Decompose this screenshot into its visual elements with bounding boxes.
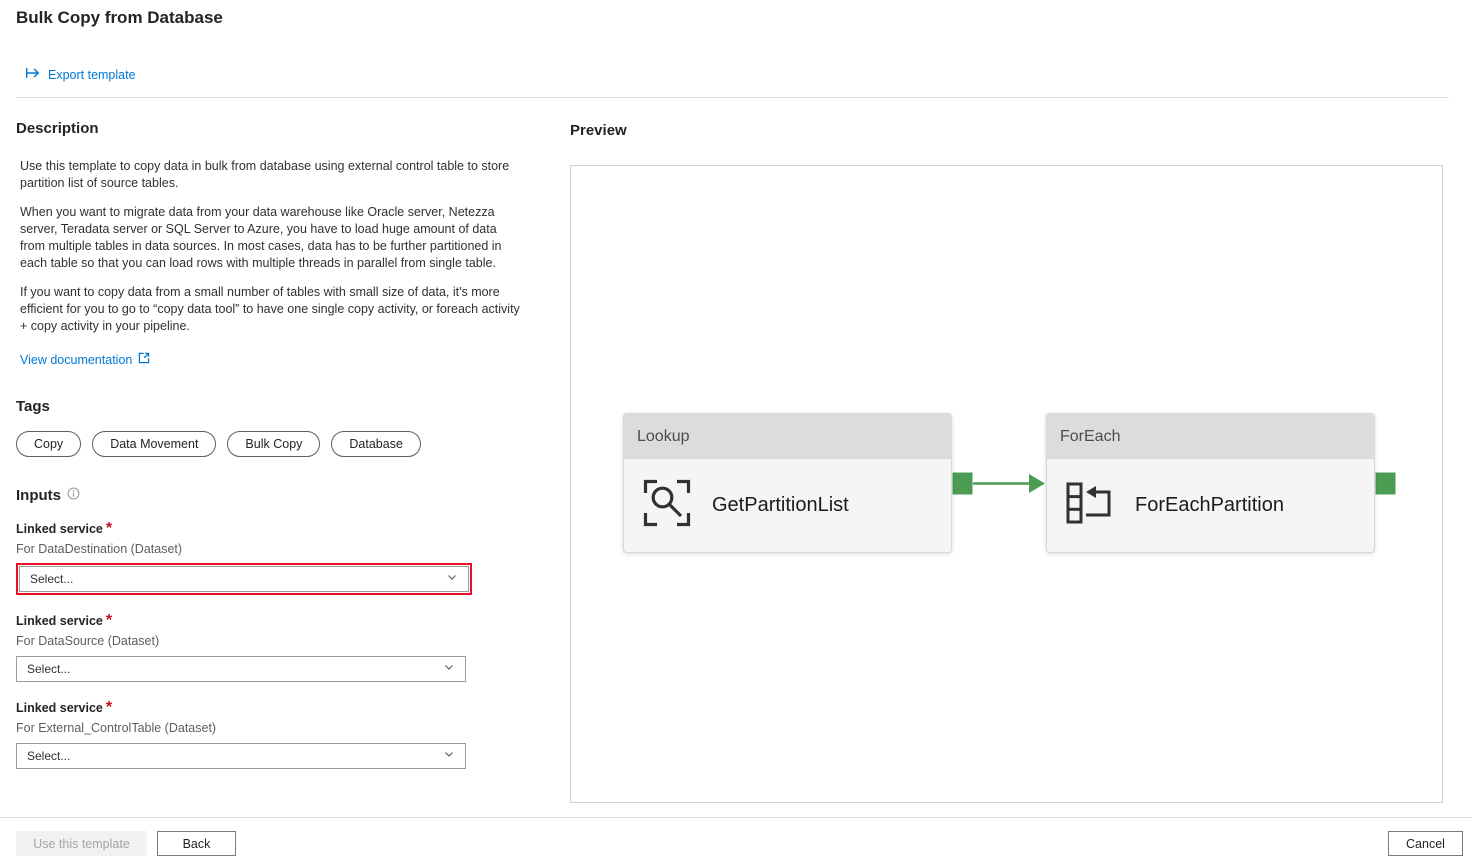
chevron-down-icon xyxy=(443,748,455,763)
tag-pill[interactable]: Bulk Copy xyxy=(227,431,320,457)
header-divider xyxy=(16,97,1449,98)
description-heading: Description xyxy=(16,120,528,137)
preview-heading: Preview xyxy=(570,122,627,139)
use-this-template-button[interactable]: Use this template xyxy=(16,831,147,856)
cancel-button[interactable]: Cancel xyxy=(1388,831,1463,856)
export-template-label: Export template xyxy=(48,68,136,82)
tag-pill[interactable]: Copy xyxy=(16,431,81,457)
required-asterisk: * xyxy=(106,699,112,716)
activity-name: GetPartitionList xyxy=(712,494,849,517)
field-sublabel: For DataSource (Dataset) xyxy=(16,634,528,648)
description-paragraph: When you want to migrate data from your … xyxy=(20,204,525,272)
activity-type-label: Lookup xyxy=(624,414,951,459)
linked-service-field-controltable: Linked service* For External_ControlTabl… xyxy=(16,699,528,769)
chevron-down-icon xyxy=(443,661,455,676)
required-asterisk: * xyxy=(106,520,112,537)
linked-service-field-datadestination: Linked service* For DataDestination (Dat… xyxy=(16,520,528,595)
footer-divider xyxy=(0,817,1472,818)
activity-name: ForEachPartition xyxy=(1135,494,1284,517)
field-label: Linked service xyxy=(16,522,103,536)
pipeline-preview-canvas[interactable]: Lookup GetPartitionList ForEach xyxy=(570,165,1443,803)
tags-heading: Tags xyxy=(16,398,528,415)
activity-type-label: ForEach xyxy=(1047,414,1374,459)
linked-service-field-datasource: Linked service* For DataSource (Dataset)… xyxy=(16,612,528,682)
description-paragraph: Use this template to copy data in bulk f… xyxy=(20,158,525,192)
linked-service-dropdown-controltable[interactable]: Select... xyxy=(16,743,466,769)
view-documentation-link[interactable]: View documentation xyxy=(20,352,150,367)
description-paragraph: If you want to copy data from a small nu… xyxy=(20,284,525,335)
field-label: Linked service xyxy=(16,701,103,715)
details-pane: Description Use this template to copy da… xyxy=(16,120,528,769)
info-icon[interactable] xyxy=(67,487,80,505)
chevron-down-icon xyxy=(446,571,458,586)
lookup-icon xyxy=(641,477,693,534)
required-asterisk: * xyxy=(106,612,112,629)
back-button[interactable]: Back xyxy=(157,831,236,856)
maps-to-icon xyxy=(25,66,40,83)
field-sublabel: For DataDestination (Dataset) xyxy=(16,542,528,556)
view-documentation-label: View documentation xyxy=(20,353,132,367)
dropdown-value: Select... xyxy=(27,662,70,676)
tags-list: Copy Data Movement Bulk Copy Database xyxy=(16,431,528,457)
page-title: Bulk Copy from Database xyxy=(16,8,223,28)
activity-node-foreach[interactable]: ForEach ForEachPartition xyxy=(1046,413,1375,553)
field-sublabel: For External_ControlTable (Dataset) xyxy=(16,721,528,735)
highlight-ring: Select... xyxy=(16,563,472,595)
activity-node-lookup[interactable]: Lookup GetPartitionList xyxy=(623,413,952,553)
linked-service-dropdown-datasource[interactable]: Select... xyxy=(16,656,466,682)
external-link-icon xyxy=(138,352,150,367)
dropdown-value: Select... xyxy=(30,572,73,586)
inputs-heading: Inputs xyxy=(16,487,61,504)
foreach-icon xyxy=(1064,479,1116,532)
tag-pill[interactable]: Data Movement xyxy=(92,431,216,457)
export-template-button[interactable]: Export template xyxy=(25,66,136,83)
dropdown-value: Select... xyxy=(27,749,70,763)
linked-service-dropdown-datadestination[interactable]: Select... xyxy=(19,566,469,592)
tag-pill[interactable]: Database xyxy=(331,431,421,457)
field-label: Linked service xyxy=(16,614,103,628)
